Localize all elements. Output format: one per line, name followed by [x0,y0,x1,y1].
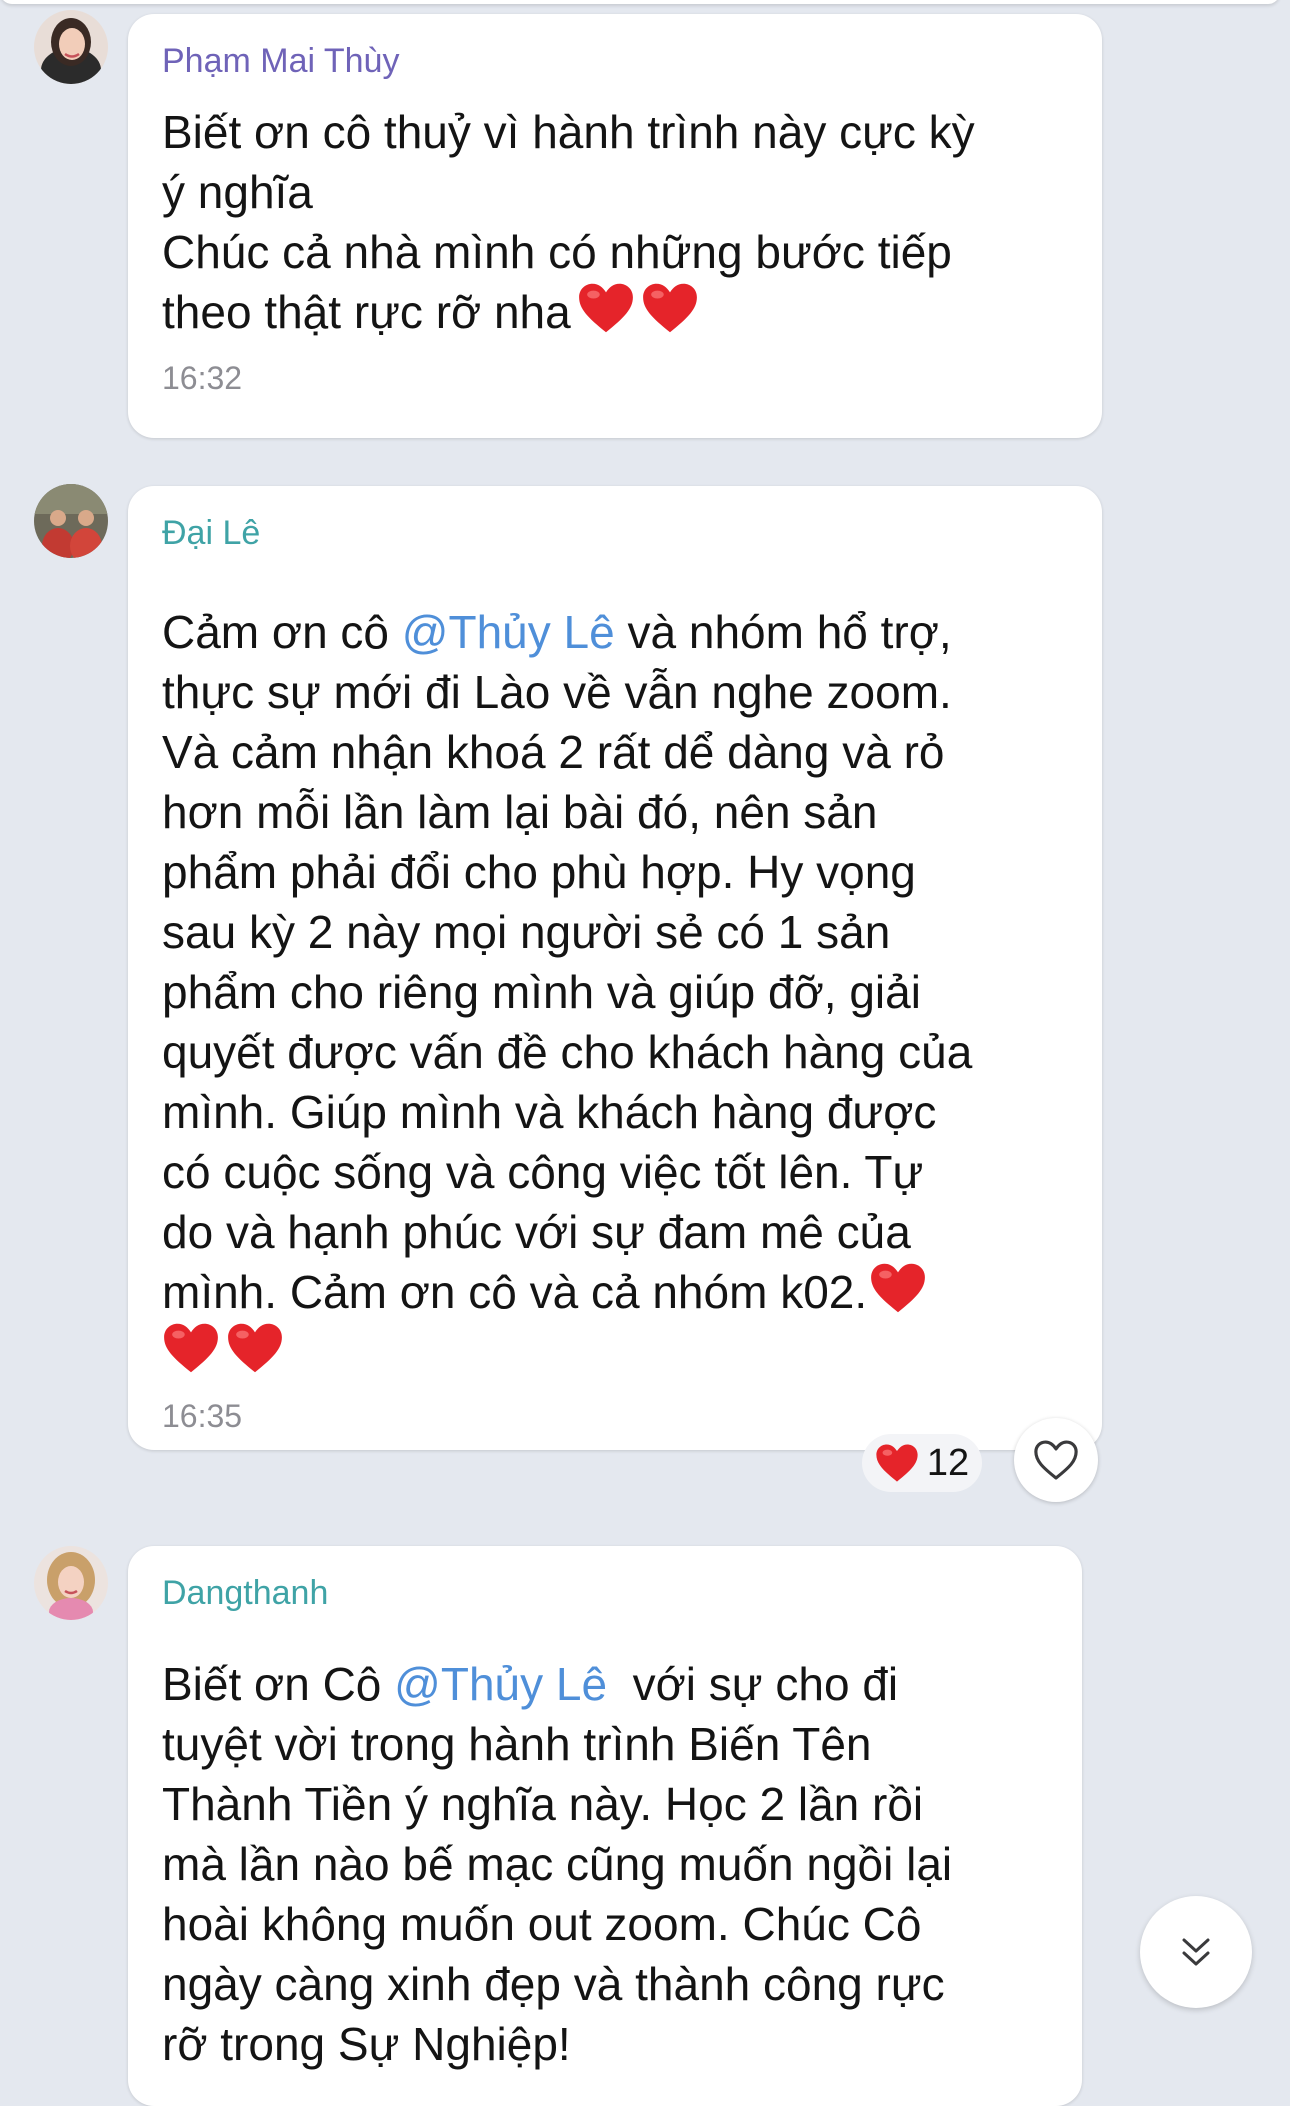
message-text: Biết ơn Cô @Thủy Lê với sự cho đi tuyệt … [162,1654,1048,2074]
text-line: Cảm ơn cô @Thủy Lê và nhóm hổ trợ, [162,602,1068,662]
text-line: có cuộc sống và công việc tốt lên. Tự [162,1146,924,1198]
like-button[interactable] [1014,1418,1098,1502]
text-line: hơn mỗi lần làm lại bài đó, nên sản [162,786,878,838]
text-line: mình. Cảm ơn cô và cả nhóm k02. [162,1262,1068,1322]
message-timestamp: 16:32 [162,360,243,396]
text-line: phẩm cho riêng mình và giúp đỡ, giải [162,966,921,1018]
text-line: theo thật rực rỡ nha [162,282,1068,342]
text-line: mình. Giúp mình và khách hàng được [162,1086,937,1138]
message-bubble-1[interactable]: Phạm Mai Thùy Biết ơn cô thuỷ vì hành tr… [128,14,1102,438]
scroll-to-bottom-button[interactable] [1140,1896,1252,2008]
text-line: sau kỳ 2 này mọi người sẻ có 1 sản [162,906,891,958]
text-line: phẩm phải đổi cho phù hợp. Hy vọng [162,846,916,898]
text-line: Biết ơn Cô @Thủy Lê với sự cho đi [162,1654,1048,1714]
text-segment: Cảm ơn cô [162,606,402,658]
red-heart-emoji-icon [641,282,699,334]
sender-name[interactable]: Phạm Mai Thùy [162,40,1068,82]
double-chevron-down-icon [1176,1932,1216,1972]
text-line: Chúc cả nhà mình có những bước tiếp [162,226,952,278]
text-line: thực sự mới đi Lào về vẫn nghe zoom. [162,666,952,718]
text-line: hoài không muốn out zoom. Chúc Cô [162,1898,922,1950]
avatar-dangthanh[interactable] [34,1546,108,1620]
message-text: Cảm ơn cô @Thủy Lê và nhóm hổ trợ, thực … [162,602,1068,1382]
text-segment: theo thật rực rỡ nha [162,286,571,338]
text-segment: Biết ơn Cô [162,1658,395,1710]
reaction-heart-counter[interactable]: 12 [862,1434,982,1492]
text-segment: và nhóm hổ trợ, [614,606,952,658]
text-line: tuyệt vời trong hành trình Biến Tên [162,1718,872,1770]
message-bubble-2[interactable]: Đại Lê Cảm ơn cô @Thủy Lê và nhóm hổ trợ… [128,486,1102,1450]
red-heart-emoji-icon [869,1262,927,1314]
text-line [162,1322,1068,1382]
text-segment: mình. Cảm ơn cô và cả nhóm k02. [162,1266,868,1318]
mention-link[interactable]: @Thủy Lê [402,606,615,658]
red-heart-emoji-icon [162,1322,220,1374]
message-bubble-3[interactable]: Dangthanh Biết ơn Cô @Thủy Lê với sự cho… [128,1546,1082,2106]
red-heart-icon [875,1443,919,1483]
red-heart-emoji-icon [577,282,635,334]
sender-name[interactable]: Đại Lê [162,512,1068,554]
reaction-count: 12 [926,1441,970,1484]
text-line: mà lần nào bế mạc cũng muốn ngồi lại [162,1838,953,1890]
text-line: do và hạnh phúc với sự đam mê của [162,1206,911,1258]
text-line: Và cảm nhận khoá 2 rất dể dàng và rỏ [162,726,945,778]
red-heart-emoji-icon [226,1322,284,1374]
message-text: Biết ơn cô thuỷ vì hành trình này cực kỳ… [162,102,1068,342]
text-line: rỡ trong Sự Nghiệp! [162,2018,571,2070]
sender-name[interactable]: Dangthanh [162,1572,1048,1614]
text-line: ý nghĩa [162,166,313,218]
message-timestamp: 16:35 [162,1398,243,1434]
mention-link[interactable]: @Thủy Lê [394,1658,607,1710]
avatar-pham-mai-thuy[interactable] [34,10,108,84]
text-segment: với sự cho đi [607,1658,899,1710]
heart-outline-icon [1033,1439,1079,1481]
text-line: Biết ơn cô thuỷ vì hành trình này cực kỳ [162,106,975,158]
avatar-dai-le[interactable] [34,484,108,558]
text-line: Thành Tiền ý nghĩa này. Học 2 lần rồi [162,1778,924,1830]
previous-message-bubble-edge [0,0,1280,4]
text-line: quyết được vấn đề cho khách hàng của [162,1026,973,1078]
text-line: ngày càng xinh đẹp và thành công rực [162,1958,945,2010]
